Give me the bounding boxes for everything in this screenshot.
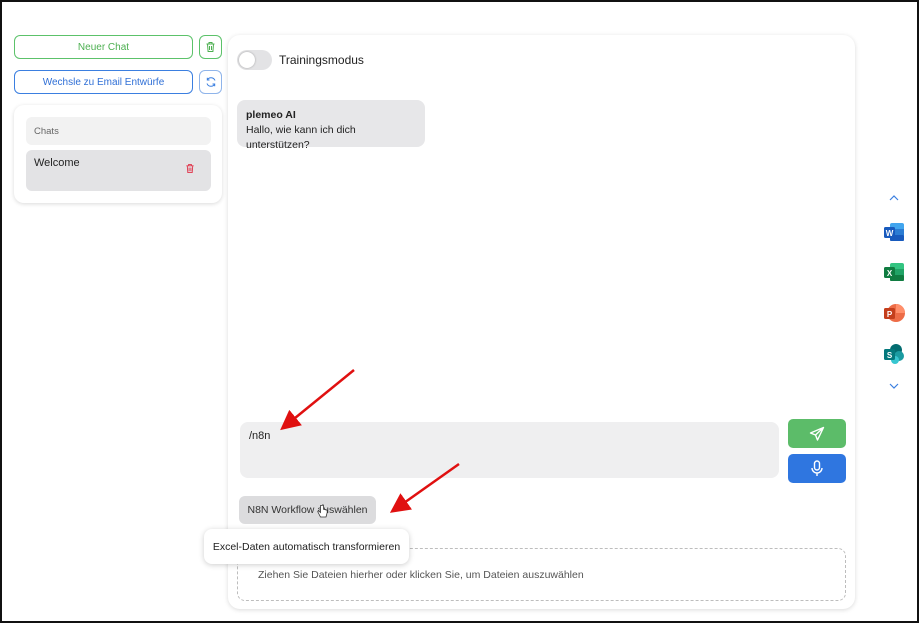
word-icon[interactable]: W [883, 221, 905, 243]
sharepoint-icon[interactable]: S [883, 343, 905, 365]
training-mode-toggle[interactable] [237, 50, 272, 70]
chat-item-welcome[interactable]: Welcome [26, 150, 211, 191]
chat-item-title: Welcome [34, 157, 80, 169]
svg-text:P: P [887, 310, 893, 319]
app-window: Neuer Chat Wechsle zu Email Entwürfe Cha… [0, 0, 919, 623]
chevron-up-icon[interactable] [888, 194, 900, 202]
excel-icon[interactable]: X [883, 261, 905, 283]
powerpoint-icon[interactable]: P [883, 302, 905, 324]
refresh-button[interactable] [199, 70, 222, 94]
assistant-message: plemeo AI Hallo, wie kann ich dich unter… [237, 100, 425, 151]
trash-icon [186, 163, 194, 174]
training-mode-label: Trainingsmodus [279, 53, 364, 67]
chat-main-panel: Trainingsmodus plemeo AI Hallo, wie kann… [228, 35, 855, 609]
svg-text:W: W [886, 229, 894, 238]
svg-text:S: S [887, 351, 893, 360]
chevron-down-icon[interactable] [888, 382, 900, 390]
n8n-workflow-button[interactable]: N8N Workflow auswählen [239, 496, 376, 524]
chat-list-panel: Chats Welcome [14, 105, 222, 203]
chats-header: Chats [26, 117, 211, 145]
send-button[interactable] [788, 419, 846, 448]
toggle-knob [239, 52, 255, 68]
switch-to-email-drafts-button[interactable]: Wechsle zu Email Entwürfe [14, 70, 193, 94]
microphone-button[interactable] [788, 454, 846, 483]
trash-icon [206, 42, 215, 52]
delete-all-button[interactable] [199, 35, 222, 59]
message-sender: plemeo AI [246, 109, 296, 121]
microphone-icon [811, 460, 823, 476]
delete-chat-button[interactable] [185, 163, 195, 177]
workflow-option-tooltip[interactable]: Excel-Daten automatisch transformieren [204, 529, 409, 564]
message-input[interactable]: /n8n [240, 422, 779, 478]
message-text: Hallo, wie kann ich dich unterstützen? [246, 124, 356, 151]
refresh-icon [206, 77, 215, 87]
send-icon [809, 426, 825, 441]
new-chat-button[interactable]: Neuer Chat [14, 35, 193, 59]
svg-text:X: X [887, 269, 893, 278]
hand-cursor-icon [317, 504, 328, 518]
